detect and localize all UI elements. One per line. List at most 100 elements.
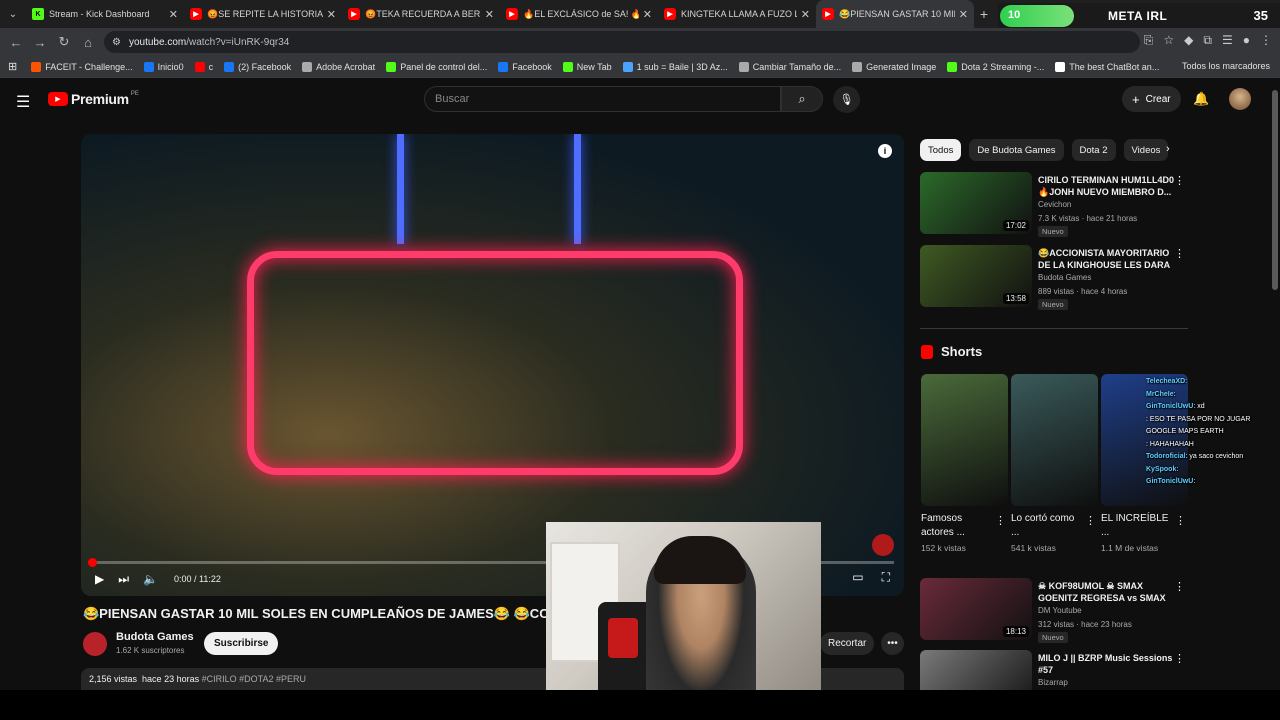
tab-search-chevron-icon[interactable]: ⌄ [0, 0, 26, 28]
new-tab-icon[interactable]: + [974, 6, 994, 22]
bookmark-item[interactable]: (2) Facebook [224, 61, 291, 72]
bookmark-item[interactable]: New Tab [562, 61, 612, 72]
hamburger-menu-icon[interactable]: ☰ [16, 92, 30, 112]
recommended-title[interactable]: CIRILO TERMINAN HUM1LL4D0 🔥JONH NUEVO MI… [1038, 174, 1174, 198]
bookmark-item[interactable]: 1 sub = Baile | 3D Az... [622, 61, 728, 72]
bookmark-item[interactable]: Facebook [498, 61, 552, 72]
site-info-icon[interactable]: ⚙ [112, 37, 121, 48]
chip-todos[interactable]: Todos [920, 139, 962, 161]
channel-name[interactable]: Budota Games [116, 631, 194, 643]
close-tab-icon[interactable]: ✕ [643, 8, 652, 21]
extensions-puzzle-icon[interactable]: ⧉ [1203, 33, 1212, 48]
recommended-video[interactable]: 18:13 ☠ KOF98UMOL ☠ SMAX GOENITZ REGRESA … [920, 578, 1185, 643]
bookmark-favicon-icon [31, 61, 42, 72]
page-scrollbar[interactable] [1270, 80, 1280, 690]
video-thumbnail[interactable]: 18:13 [920, 578, 1032, 640]
forward-arrow-icon[interactable]: → [28, 30, 52, 54]
url-bar[interactable]: ⚙ youtube.com/watch?v=iUnRK-9qr34 [104, 31, 1140, 53]
short-item[interactable]: Lo cortó como ... 541 k vistas ⋮ [1011, 374, 1098, 553]
close-tab-icon[interactable]: ✕ [801, 8, 810, 21]
profile-icon[interactable]: ● [1243, 33, 1250, 48]
short-title[interactable]: EL INCREÍBLE ... [1101, 512, 1171, 540]
recommended-channel[interactable]: DM Youtube [1038, 606, 1082, 615]
video-thumbnail[interactable]: 17:02 [920, 172, 1032, 234]
chip-videos[interactable]: Videos [1123, 139, 1169, 161]
recommended-title[interactable]: ☠ KOF98UMOL ☠ SMAX GOENITZ REGRESA vs SM… [1038, 580, 1174, 604]
progress-scrubber[interactable] [88, 558, 97, 567]
next-video-icon[interactable]: ⏭ [118, 572, 129, 587]
channel-watermark[interactable] [872, 534, 894, 556]
bookmark-item[interactable]: c [194, 61, 213, 72]
search-input[interactable]: Buscar [424, 86, 781, 112]
bookmark-star-icon[interactable]: ☆ [1163, 33, 1174, 48]
close-tab-icon[interactable]: ✕ [169, 8, 178, 21]
back-arrow-icon[interactable]: ← [4, 30, 28, 54]
more-options-icon[interactable]: ⋮ [1174, 174, 1185, 187]
short-title[interactable]: Famosos actores ... [921, 512, 991, 540]
more-options-icon[interactable]: ⋮ [1085, 514, 1096, 527]
more-options-icon[interactable]: ⋮ [1175, 514, 1186, 527]
fullscreen-icon[interactable]: ⛶ [882, 570, 890, 585]
home-icon[interactable]: ⌂ [76, 30, 100, 54]
bookmark-item[interactable]: Generated Image [852, 61, 936, 72]
browser-tab-active[interactable]: ▶ 😂PIENSAN GASTAR 10 MIL SO... ✕ [816, 0, 974, 28]
chevron-right-icon[interactable]: › [1166, 143, 1170, 155]
bookmark-item[interactable]: Cambiar Tamaño de... [738, 61, 841, 72]
recommended-title[interactable]: 😂ACCIONISTA MAYORITARIO DE LA KINGHOUSE … [1038, 247, 1174, 271]
notifications-bell-icon[interactable]: 🔔 [1193, 91, 1209, 107]
recommended-channel[interactable]: Bizarrap [1038, 678, 1068, 687]
more-actions-icon[interactable]: ••• [881, 632, 904, 655]
info-icon[interactable]: i [878, 144, 892, 158]
close-tab-icon[interactable]: ✕ [327, 8, 336, 21]
close-tab-icon[interactable]: ✕ [485, 8, 494, 21]
chip-dota2[interactable]: Dota 2 [1071, 139, 1116, 161]
bookmark-item[interactable]: Adobe Acrobat [302, 61, 375, 72]
recommended-video[interactable]: 13:58 😂ACCIONISTA MAYORITARIO DE LA KINGH… [920, 245, 1185, 310]
bookmark-item[interactable]: Panel de control del... [386, 61, 487, 72]
extension-icon[interactable]: ◆ [1184, 33, 1193, 48]
short-item[interactable]: Famosos actores ... 152 k vistas ⋮ [921, 374, 1008, 553]
recommended-title[interactable]: MILO J || BZRP Music Sessions #57 [1038, 652, 1174, 676]
browser-tab[interactable]: ▶ 🔥EL EXCLÁSICO de SA! 🔥 LEO... ✕ [500, 0, 658, 28]
browser-tab[interactable]: ▶ 😡TEKA RECUERDA A BERNA P... ✕ [342, 0, 500, 28]
short-title[interactable]: Lo cortó como ... [1011, 512, 1081, 540]
channel-avatar[interactable] [83, 632, 107, 656]
browser-tab[interactable]: K Stream - Kick Dashboard ✕ [26, 0, 184, 28]
more-options-icon[interactable]: ⋮ [995, 514, 1006, 527]
recommended-channel[interactable]: Cevichon [1038, 200, 1071, 209]
clip-button[interactable]: Recortar [820, 632, 875, 655]
microphone-icon[interactable]: 🎙 [833, 86, 860, 113]
search-icon[interactable]: ⌕ [781, 86, 823, 112]
browser-tab[interactable]: ▶ 😡SE REPITE LA HISTORIA😡 F... ✕ [184, 0, 342, 28]
chip-channel[interactable]: De Budota Games [969, 139, 1064, 161]
youtube-premium-logo[interactable]: ▶ Premium PE [48, 91, 139, 107]
user-avatar[interactable] [1229, 88, 1251, 110]
bookmark-item[interactable]: The best ChatBot an... [1055, 61, 1159, 72]
recommended-channel[interactable]: Budota Games [1038, 273, 1091, 282]
browser-tab[interactable]: ▶ KINGTEKA LLAMA A FUZO LO... ✕ [658, 0, 816, 28]
reload-icon[interactable]: ↻ [52, 30, 76, 54]
video-tags[interactable]: #CIRILO #DOTA2 #PERU [202, 674, 306, 684]
cast-icon[interactable]: ⎘ [1144, 33, 1154, 48]
more-options-icon[interactable]: ⋮ [1174, 580, 1185, 593]
apps-grid-icon[interactable]: ⊞ [8, 60, 17, 73]
more-options-icon[interactable]: ⋮ [1174, 652, 1185, 665]
volume-icon[interactable]: 🔈 [143, 572, 158, 586]
recommended-video[interactable]: 17:02 CIRILO TERMINAN HUM1LL4D0 🔥JONH NUE… [920, 172, 1185, 237]
scrollbar-thumb[interactable] [1272, 90, 1278, 290]
create-button[interactable]: + Crear [1122, 86, 1181, 112]
close-tab-icon[interactable]: ✕ [959, 8, 968, 21]
more-options-icon[interactable]: ⋮ [1174, 247, 1185, 260]
reading-list-icon[interactable]: ☰ [1222, 33, 1233, 48]
play-icon[interactable]: ▶ [95, 572, 104, 586]
short-thumbnail[interactable] [1011, 374, 1098, 506]
theater-mode-icon[interactable]: ▭ [852, 570, 863, 585]
subscribe-button[interactable]: Suscribirse [204, 632, 279, 655]
all-bookmarks-folder[interactable]: Todos los marcadores [1182, 61, 1270, 71]
browser-menu-icon[interactable]: ⋮ [1260, 33, 1272, 48]
short-thumbnail[interactable] [921, 374, 1008, 506]
video-thumbnail[interactable]: 13:58 [920, 245, 1032, 307]
bookmark-item[interactable]: Dota 2 Streaming -... [947, 61, 1044, 72]
bookmark-item[interactable]: FACEIT - Challenge... [31, 61, 133, 72]
bookmark-item[interactable]: Inicio0 [143, 61, 184, 72]
